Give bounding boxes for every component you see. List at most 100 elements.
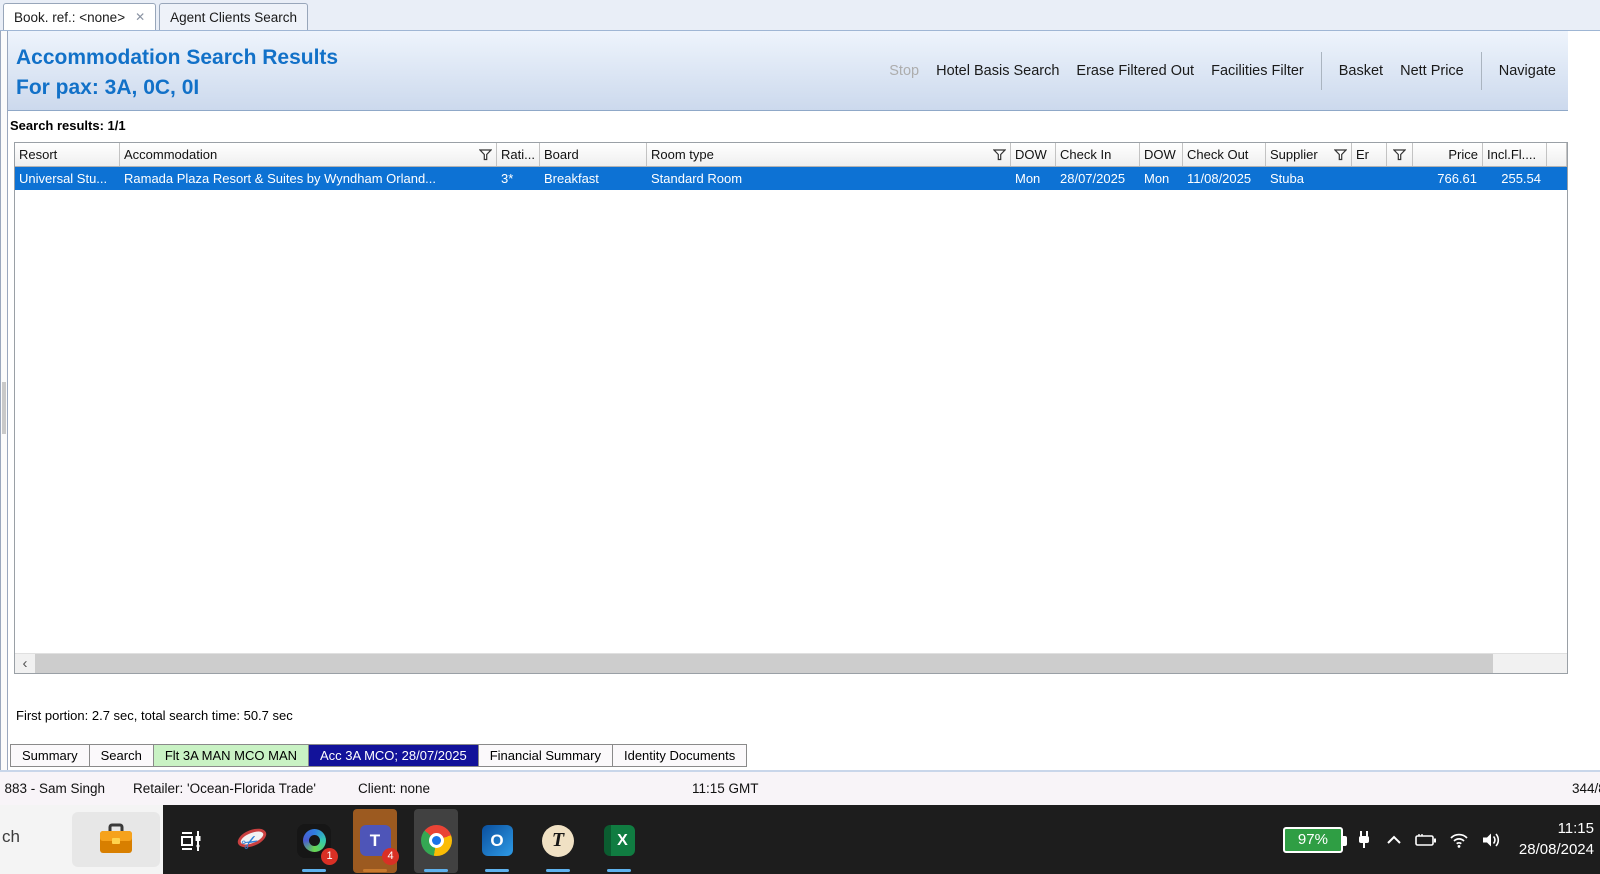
outlook-icon: O (481, 825, 513, 856)
splitter-grip[interactable] (2, 382, 6, 434)
scroll-left-button[interactable]: ‹ (15, 654, 35, 673)
basket-button[interactable]: Basket (1339, 63, 1383, 79)
search-timing-text: First portion: 2.7 sec, total search tim… (16, 708, 293, 723)
filter-icon[interactable] (1334, 148, 1347, 161)
column-header-check-out[interactable]: Check Out (1183, 143, 1266, 166)
scrollbar-thumb[interactable] (35, 654, 1493, 673)
taskbar-travel-app[interactable]: T (536, 809, 580, 873)
clock-date: 28/08/2024 (1518, 840, 1594, 858)
results-header: Accommodation Search Results For pax: 3A… (8, 31, 1568, 111)
filter-icon[interactable] (993, 148, 1006, 161)
filter-icon[interactable] (479, 148, 492, 161)
column-header-dow-in[interactable]: DOW (1011, 143, 1056, 166)
wifi-icon[interactable] (1449, 831, 1469, 849)
tab-flight[interactable]: Flt 3A MAN MCO MAN (153, 744, 310, 767)
taskbar-excel[interactable]: X (597, 809, 641, 873)
taskbar-clock[interactable]: 11:15 28/08/2024 (1519, 819, 1594, 860)
page-title: Accommodation Search Results (16, 46, 339, 69)
excel-icon: X (603, 825, 635, 856)
running-indicator (546, 868, 570, 872)
filter-icon[interactable] (1393, 148, 1406, 161)
horizontal-scrollbar[interactable]: ‹ (15, 653, 1567, 673)
cell-resort: Universal Stu... (19, 171, 108, 186)
status-time: 11:15 GMT (692, 781, 759, 796)
facilities-filter-button[interactable]: Facilities Filter (1211, 63, 1304, 79)
tab-summary[interactable]: Summary (10, 744, 90, 767)
cell-incl-fl: 255.54 (1501, 171, 1541, 186)
taskbar-app-briefcase[interactable] (72, 812, 160, 867)
erase-filtered-out-button[interactable]: Erase Filtered Out (1076, 63, 1194, 79)
cell-supplier: Stuba (1270, 171, 1304, 186)
plug-icon[interactable] (1355, 830, 1373, 850)
tab-identity-documents[interactable]: Identity Documents (612, 744, 748, 767)
taskbar-search-area[interactable]: ch (0, 805, 163, 874)
column-header-incl-fl[interactable]: Incl.Fl.... (1483, 143, 1547, 166)
running-indicator (363, 868, 387, 872)
nett-price-button[interactable]: Nett Price (1400, 63, 1464, 79)
chevron-up-icon[interactable] (1385, 832, 1403, 848)
chrome-icon (420, 825, 452, 856)
column-header-board[interactable]: Board (540, 143, 647, 166)
header-toolbar: Stop Hotel Basis Search Erase Filtered O… (889, 31, 1556, 111)
column-header-filler (1547, 143, 1567, 166)
taskbar-chrome[interactable] (414, 808, 458, 873)
stop-button: Stop (889, 63, 920, 79)
clock-time: 11:15 (1557, 820, 1594, 838)
tab-agent-clients-search[interactable]: Agent Clients Search (159, 3, 308, 30)
column-header-accommodation[interactable]: Accommodation (120, 143, 497, 166)
tab-financial-summary[interactable]: Financial Summary (478, 744, 613, 767)
result-row-selected[interactable]: Universal Stu... Ramada Plaza Resort & S… (15, 167, 1567, 190)
tab-accommodation-active[interactable]: Acc 3A MCO; 28/07/2025 (309, 744, 479, 767)
cell-room-type: Standard Room (651, 171, 743, 186)
column-header-filter[interactable] (1387, 143, 1413, 166)
taskbar-webex[interactable]: 1 (292, 809, 338, 873)
battery-percent-text: 97% (1297, 831, 1328, 848)
column-header-dow-out[interactable]: DOW (1140, 143, 1183, 166)
tab-book-ref[interactable]: Book. ref.: <none> ✕ (3, 3, 157, 30)
task-view-icon (181, 830, 201, 851)
taskbar-teams[interactable]: T 4 (353, 808, 399, 873)
column-header-resort[interactable]: Resort (15, 143, 120, 166)
running-indicator (485, 868, 509, 872)
screen: Book. ref.: <none> ✕ Agent Clients Searc… (0, 0, 1600, 874)
snipping-tool-icon: ✂ (235, 824, 271, 857)
column-header-supplier[interactable]: Supplier (1266, 143, 1352, 166)
hotel-basis-search-button[interactable]: Hotel Basis Search (936, 63, 1059, 79)
cell-price: 766.61 (1437, 171, 1477, 186)
splitter-handle[interactable] (0, 31, 8, 770)
briefcase-icon (100, 823, 132, 853)
cell-check-out: 11/08/2025 (1187, 171, 1252, 186)
teams-badge: 4 (382, 847, 399, 865)
close-icon[interactable]: ✕ (135, 10, 145, 24)
taskbar-snipping-tool[interactable]: ✂ (231, 809, 275, 873)
table-header-row: Resort Accommodation Rati... Board Room … (15, 143, 1567, 167)
status-bar: : 883 - Sam Singh Retailer: 'Ocean-Flori… (0, 770, 1600, 805)
tab-agent-clients-label: Agent Clients Search (170, 9, 297, 25)
system-tray: 97% 11:15 28/08/2024 (1282, 805, 1594, 874)
cell-check-in: 28/07/2025 (1060, 171, 1126, 186)
column-header-rating[interactable]: Rati... (497, 143, 540, 166)
toolbar-separator (1320, 52, 1322, 90)
cell-board: Breakfast (544, 171, 599, 186)
speaker-icon[interactable] (1481, 831, 1501, 849)
results-table: Resort Accommodation Rati... Board Room … (14, 142, 1568, 674)
search-fragment-text: ch (2, 827, 20, 846)
battery-percentage-indicator[interactable]: 97% (1282, 826, 1347, 853)
tab-search[interactable]: Search (89, 744, 154, 767)
table-empty-area (15, 190, 1567, 653)
navigate-button[interactable]: Navigate (1499, 63, 1556, 79)
bottom-tabstrip: Summary Search Flt 3A MAN MCO MAN Acc 3A… (8, 744, 1568, 770)
right-margin (1568, 31, 1600, 770)
status-right-counter: 344/8 (1572, 781, 1600, 796)
battery-charging-icon[interactable] (1415, 832, 1437, 848)
search-results-count: Search results: 1/1 (10, 118, 126, 133)
column-header-er[interactable]: Er (1352, 143, 1387, 166)
cell-rating: 3* (501, 171, 514, 186)
column-header-room-type[interactable]: Room type (647, 143, 1011, 166)
cell-dow-in: Mon (1015, 171, 1041, 186)
taskbar-outlook[interactable]: O (475, 809, 519, 873)
taskbar-task-view[interactable] (170, 809, 214, 873)
status-agent: : 883 - Sam Singh (0, 781, 106, 796)
column-header-price[interactable]: Price (1413, 143, 1483, 166)
column-header-check-in[interactable]: Check In (1056, 143, 1140, 166)
